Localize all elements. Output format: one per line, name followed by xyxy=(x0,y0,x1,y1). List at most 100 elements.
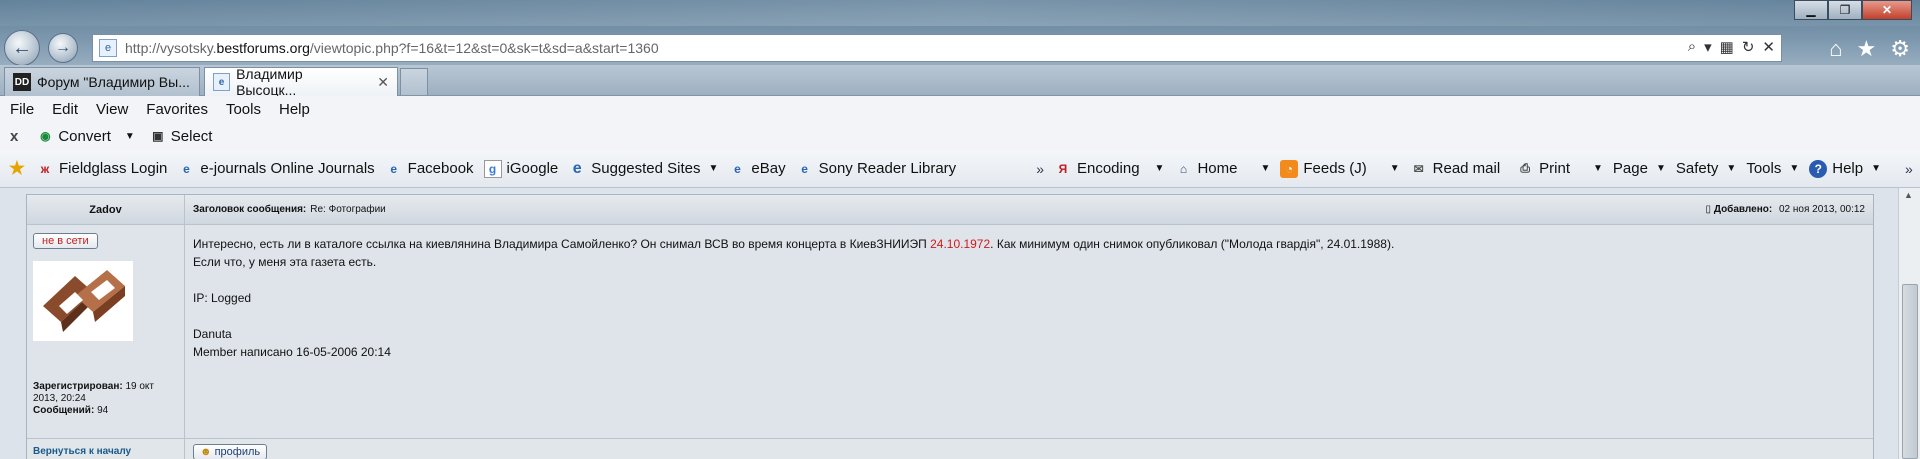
page-content: Zadov Заголовок сообщения: Re: Фотографи… xyxy=(0,188,1898,459)
chevron-down-icon[interactable]: ▼ xyxy=(1260,163,1270,174)
menu-favorites[interactable]: Favorites xyxy=(146,101,208,118)
select-button[interactable]: ▣ Select xyxy=(149,127,212,145)
messages-label: Сообщений: xyxy=(33,405,95,416)
chevron-down-icon[interactable]: ▼ xyxy=(709,163,719,174)
post-link-icon[interactable]: ▯ xyxy=(1706,204,1712,215)
browser-quick-icons: ⌂ ★ ⚙ xyxy=(1829,36,1910,62)
print-button[interactable]: ⎙ Print ▼ xyxy=(1516,160,1603,178)
author-profile-panel: не в сети Зарегистрирован: 19 окт 2013, … xyxy=(27,225,185,438)
page-menu[interactable]: Page ▼ xyxy=(1613,160,1666,177)
post-line-1: Интересно, есть ли в каталоге ссылка на … xyxy=(193,235,1865,253)
convert-label: Convert xyxy=(58,127,111,145)
chevron-down-icon[interactable]: ▼ xyxy=(125,131,135,142)
registered-label: Зарегистрирован: xyxy=(33,381,123,392)
help-icon: ? xyxy=(1809,159,1828,178)
close-toolbar-icon[interactable]: x xyxy=(10,128,18,145)
added-date: 02 ноя 2013, 00:12 xyxy=(1778,204,1865,215)
compatibility-icon[interactable]: ▦ xyxy=(1720,38,1734,56)
menu-tools[interactable]: Tools xyxy=(226,101,261,118)
favorite-facebook[interactable]: e Facebook xyxy=(385,160,473,178)
chevron-down-icon[interactable]: ▼ xyxy=(1390,163,1400,174)
refresh-icon[interactable]: ↻ xyxy=(1742,38,1755,56)
favorites-star-icon[interactable]: ★ xyxy=(1857,36,1877,62)
favorite-label: eBay xyxy=(751,160,786,177)
help-menu[interactable]: ? Help ▼ xyxy=(1809,159,1881,178)
menu-edit[interactable]: Edit xyxy=(52,101,78,118)
profile-button[interactable]: ☻ профиль xyxy=(193,443,268,459)
chevron-down-icon[interactable]: ▼ xyxy=(1789,163,1799,174)
post-text-part2: . Как минимум один снимок опубликовал ("… xyxy=(990,237,1395,251)
back-to-top-link[interactable]: Вернуться к началу xyxy=(27,439,185,459)
convert-button[interactable]: ◉ Convert ▼ xyxy=(36,127,135,145)
chevron-down-icon[interactable]: ▼ xyxy=(1871,163,1881,174)
chevron-down-icon[interactable]: ▼ xyxy=(1155,163,1165,174)
favorite-ejournals[interactable]: e e-journals Online Journals xyxy=(177,160,375,178)
tab-strip: DD Форум "Владимир Вы... e Владимир Высо… xyxy=(0,65,1920,98)
avatar-image xyxy=(43,270,125,332)
menu-view[interactable]: View xyxy=(96,101,128,118)
printer-icon: ⎙ xyxy=(1520,161,1530,175)
favorite-suggested-sites[interactable]: e Suggested Sites ▼ xyxy=(568,160,719,178)
feeds-button[interactable]: ◔ Feeds (J) ▼ xyxy=(1280,159,1400,178)
favorite-label: Suggested Sites xyxy=(591,160,701,177)
ie-page-icon: e xyxy=(801,161,808,176)
address-url[interactable]: http://vysotsky.bestforums.org/viewtopic… xyxy=(125,40,659,56)
more-commands-chevron-icon[interactable]: » xyxy=(1905,161,1913,177)
encoding-button[interactable]: Я Encoding ▼ xyxy=(1054,160,1165,178)
post-text-cell: Интересно, есть ли в каталоге ссылка на … xyxy=(185,225,1873,438)
chevron-down-icon[interactable]: ▼ xyxy=(1593,163,1603,174)
safety-menu[interactable]: Safety ▼ xyxy=(1676,160,1736,177)
stop-icon[interactable]: ✕ xyxy=(1762,38,1775,56)
scroll-up-icon[interactable]: ▲ xyxy=(1904,190,1913,200)
favorite-sony-reader[interactable]: e Sony Reader Library xyxy=(796,160,956,178)
read-mail-button[interactable]: ✉ Read mail xyxy=(1410,160,1501,178)
post-author[interactable]: Zadov xyxy=(27,195,185,224)
minimize-button[interactable]: ▁ xyxy=(1794,0,1828,20)
encoding-label: Encoding xyxy=(1076,160,1140,177)
favorite-label: Fieldglass Login xyxy=(59,160,168,177)
search-icon[interactable]: ⌕ xyxy=(1688,38,1696,56)
chevron-down-icon[interactable]: ▼ xyxy=(1656,163,1666,174)
add-favorite-button[interactable]: ★ xyxy=(8,158,26,178)
dropdown-icon[interactable]: ▾ xyxy=(1704,38,1712,56)
favorite-ebay[interactable]: e eBay xyxy=(728,160,786,178)
menu-help[interactable]: Help xyxy=(279,101,310,118)
signature-line: Member написано 16-05-2006 20:14 xyxy=(193,345,391,359)
more-favorites-chevron-icon[interactable]: » xyxy=(1036,161,1044,177)
home-icon[interactable]: ⌂ xyxy=(1829,36,1842,62)
post-body-row: не в сети Зарегистрирован: 19 окт 2013, … xyxy=(27,225,1873,439)
messages-count: 94 xyxy=(97,405,109,416)
favorites-bar: ★ ж Fieldglass Login e e-journals Online J… xyxy=(0,150,1920,188)
scrollbar-thumb[interactable] xyxy=(1902,284,1918,459)
back-button[interactable]: ← xyxy=(4,30,40,66)
home-button[interactable]: ⌂ Home ▼ xyxy=(1174,160,1271,178)
window-controls: ▁ ❐ ✕ xyxy=(1794,0,1912,20)
ie-page-icon: e xyxy=(390,161,398,176)
favorite-label: iGoogle xyxy=(506,160,559,177)
forward-button[interactable]: → xyxy=(48,33,78,63)
home-icon: ⌂ xyxy=(1179,161,1188,176)
url-domain: bestforums.org xyxy=(216,40,310,56)
vertical-scrollbar[interactable]: ▲ xyxy=(1898,188,1920,459)
favorite-igoogle[interactable]: g iGoogle xyxy=(483,159,559,178)
favorite-fieldglass[interactable]: ж Fieldglass Login xyxy=(36,160,168,178)
menu-file[interactable]: File xyxy=(10,101,34,118)
gear-icon[interactable]: ⚙ xyxy=(1890,36,1910,62)
post-highlight-date: 24.10.1972 xyxy=(930,237,991,251)
tools-menu[interactable]: Tools ▼ xyxy=(1746,160,1799,177)
tab-close-icon[interactable]: ✕ xyxy=(377,74,389,91)
new-tab-button[interactable] xyxy=(400,68,428,95)
address-bar[interactable]: e http://vysotsky.bestforums.org/viewtop… xyxy=(92,34,1782,62)
add-favorites-star-icon: ★ xyxy=(8,158,26,178)
url-suffix: /viewtopic.php?f=16&t=12&st=0&sk=t&sd=a&… xyxy=(309,40,659,56)
close-button[interactable]: ✕ xyxy=(1862,0,1912,20)
maximize-button[interactable]: ❐ xyxy=(1828,0,1862,20)
favorite-label: e-journals Online Journals xyxy=(200,160,375,177)
tab-forum[interactable]: DD Форум "Владимир Вы... xyxy=(4,67,200,96)
chevron-down-icon[interactable]: ▼ xyxy=(1726,163,1736,174)
page-icon: e xyxy=(99,39,117,57)
signature-name: Danuta xyxy=(193,327,232,341)
post-subject: Re: Фотографии xyxy=(310,204,386,215)
tab-vysotsky[interactable]: e Владимир Высоцк... ✕ xyxy=(204,66,398,98)
user-profile-icon: ☻ xyxy=(200,445,212,458)
